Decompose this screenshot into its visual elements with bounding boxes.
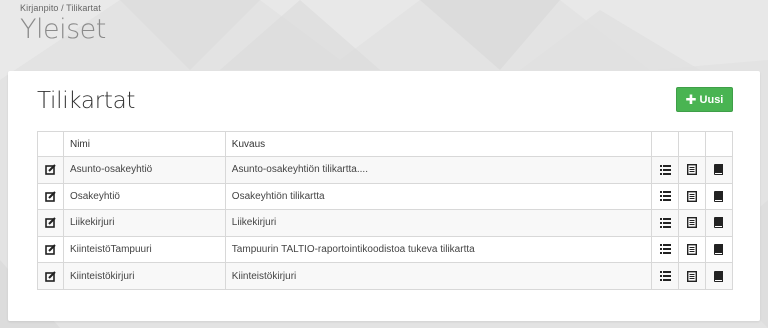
page-header: Kirjanpito / Tilikartat Yleiset [20, 3, 106, 45]
document-cell [678, 235, 706, 264]
edit-cell [37, 235, 64, 264]
book-icon[interactable] [714, 244, 724, 255]
edit-icon[interactable] [45, 244, 56, 255]
new-button-label: Uusi [699, 93, 724, 106]
book-cell [704, 156, 734, 184]
row-name: Kiinteistökirjuri [62, 262, 226, 290]
edit-cell [37, 262, 64, 290]
document-icon[interactable] [687, 164, 697, 176]
list-icon[interactable] [659, 191, 671, 202]
document-cell [678, 182, 706, 211]
book-cell [704, 235, 734, 264]
list-cell [651, 156, 680, 184]
table-row: Asunto-osakeyhtiö Asunto-osakeyhtiön til… [37, 156, 734, 184]
header-book-cell [704, 131, 734, 157]
edit-icon[interactable] [45, 164, 56, 176]
table-row: Osakeyhtiö Osakeyhtiön tilikartta [37, 182, 734, 211]
plus-icon: ✚ [685, 92, 697, 107]
book-icon[interactable] [714, 270, 724, 282]
row-name: Liikekirjuri [62, 209, 226, 237]
document-icon[interactable] [687, 217, 697, 229]
breadcrumb: Kirjanpito / Tilikartat [20, 3, 101, 13]
book-cell [704, 262, 734, 290]
list-icon[interactable] [659, 164, 671, 175]
row-name: Osakeyhtiö [62, 182, 226, 211]
list-cell [651, 262, 680, 290]
book-cell [704, 209, 734, 237]
column-header-description[interactable]: Kuvaus [224, 131, 653, 157]
edit-icon[interactable] [45, 270, 56, 282]
edit-cell [37, 209, 64, 237]
edit-icon[interactable] [45, 217, 56, 229]
document-cell [678, 156, 706, 184]
table-row: KiinteistöTampuuri Tampuurin TALTIO-rapo… [37, 235, 734, 264]
row-name: KiinteistöTampuuri [62, 235, 226, 264]
content-card: Tilikartat ✚ Uusi Nimi Kuvaus Asunto-osa… [8, 71, 760, 321]
header-list-cell [651, 131, 680, 157]
row-description: Kiinteistökirjuri [224, 262, 653, 290]
header-doc-cell [678, 131, 706, 157]
book-icon[interactable] [714, 190, 724, 202]
list-cell [651, 182, 680, 211]
row-description: Osakeyhtiön tilikartta [224, 182, 653, 211]
card-title: Tilikartat [37, 88, 136, 114]
row-description: Tampuurin TALTIO-raportointikoodistoa tu… [224, 235, 653, 264]
edit-icon[interactable] [45, 191, 56, 202]
table-header-row: Nimi Kuvaus [37, 131, 734, 157]
row-description: Liikekirjuri [224, 209, 653, 237]
header-edit-cell [37, 131, 64, 157]
book-icon[interactable] [714, 164, 724, 176]
list-cell [651, 209, 680, 237]
document-icon[interactable] [687, 190, 697, 202]
book-icon[interactable] [714, 217, 724, 229]
list-icon[interactable] [659, 244, 671, 255]
list-icon[interactable] [659, 271, 671, 282]
list-cell [651, 235, 680, 264]
accounts-table: Nimi Kuvaus Asunto-osakeyhtiö Asunto-osa… [37, 131, 734, 290]
list-icon[interactable] [659, 217, 671, 228]
document-cell [678, 262, 706, 290]
page-title: Yleiset [20, 14, 106, 45]
book-cell [704, 182, 734, 211]
column-header-name[interactable]: Nimi [62, 131, 226, 157]
document-icon[interactable] [687, 270, 697, 282]
table-row: Liikekirjuri Liikekirjuri [37, 209, 734, 237]
edit-cell [37, 156, 64, 184]
row-name: Asunto-osakeyhtiö [62, 156, 226, 184]
row-description: Asunto-osakeyhtiön tilikartta.... [224, 156, 653, 184]
document-cell [678, 209, 706, 237]
table-row: Kiinteistökirjuri Kiinteistökirjuri [37, 262, 734, 290]
edit-cell [37, 182, 64, 211]
document-icon[interactable] [687, 244, 697, 255]
new-button[interactable]: ✚ Uusi [676, 87, 733, 112]
